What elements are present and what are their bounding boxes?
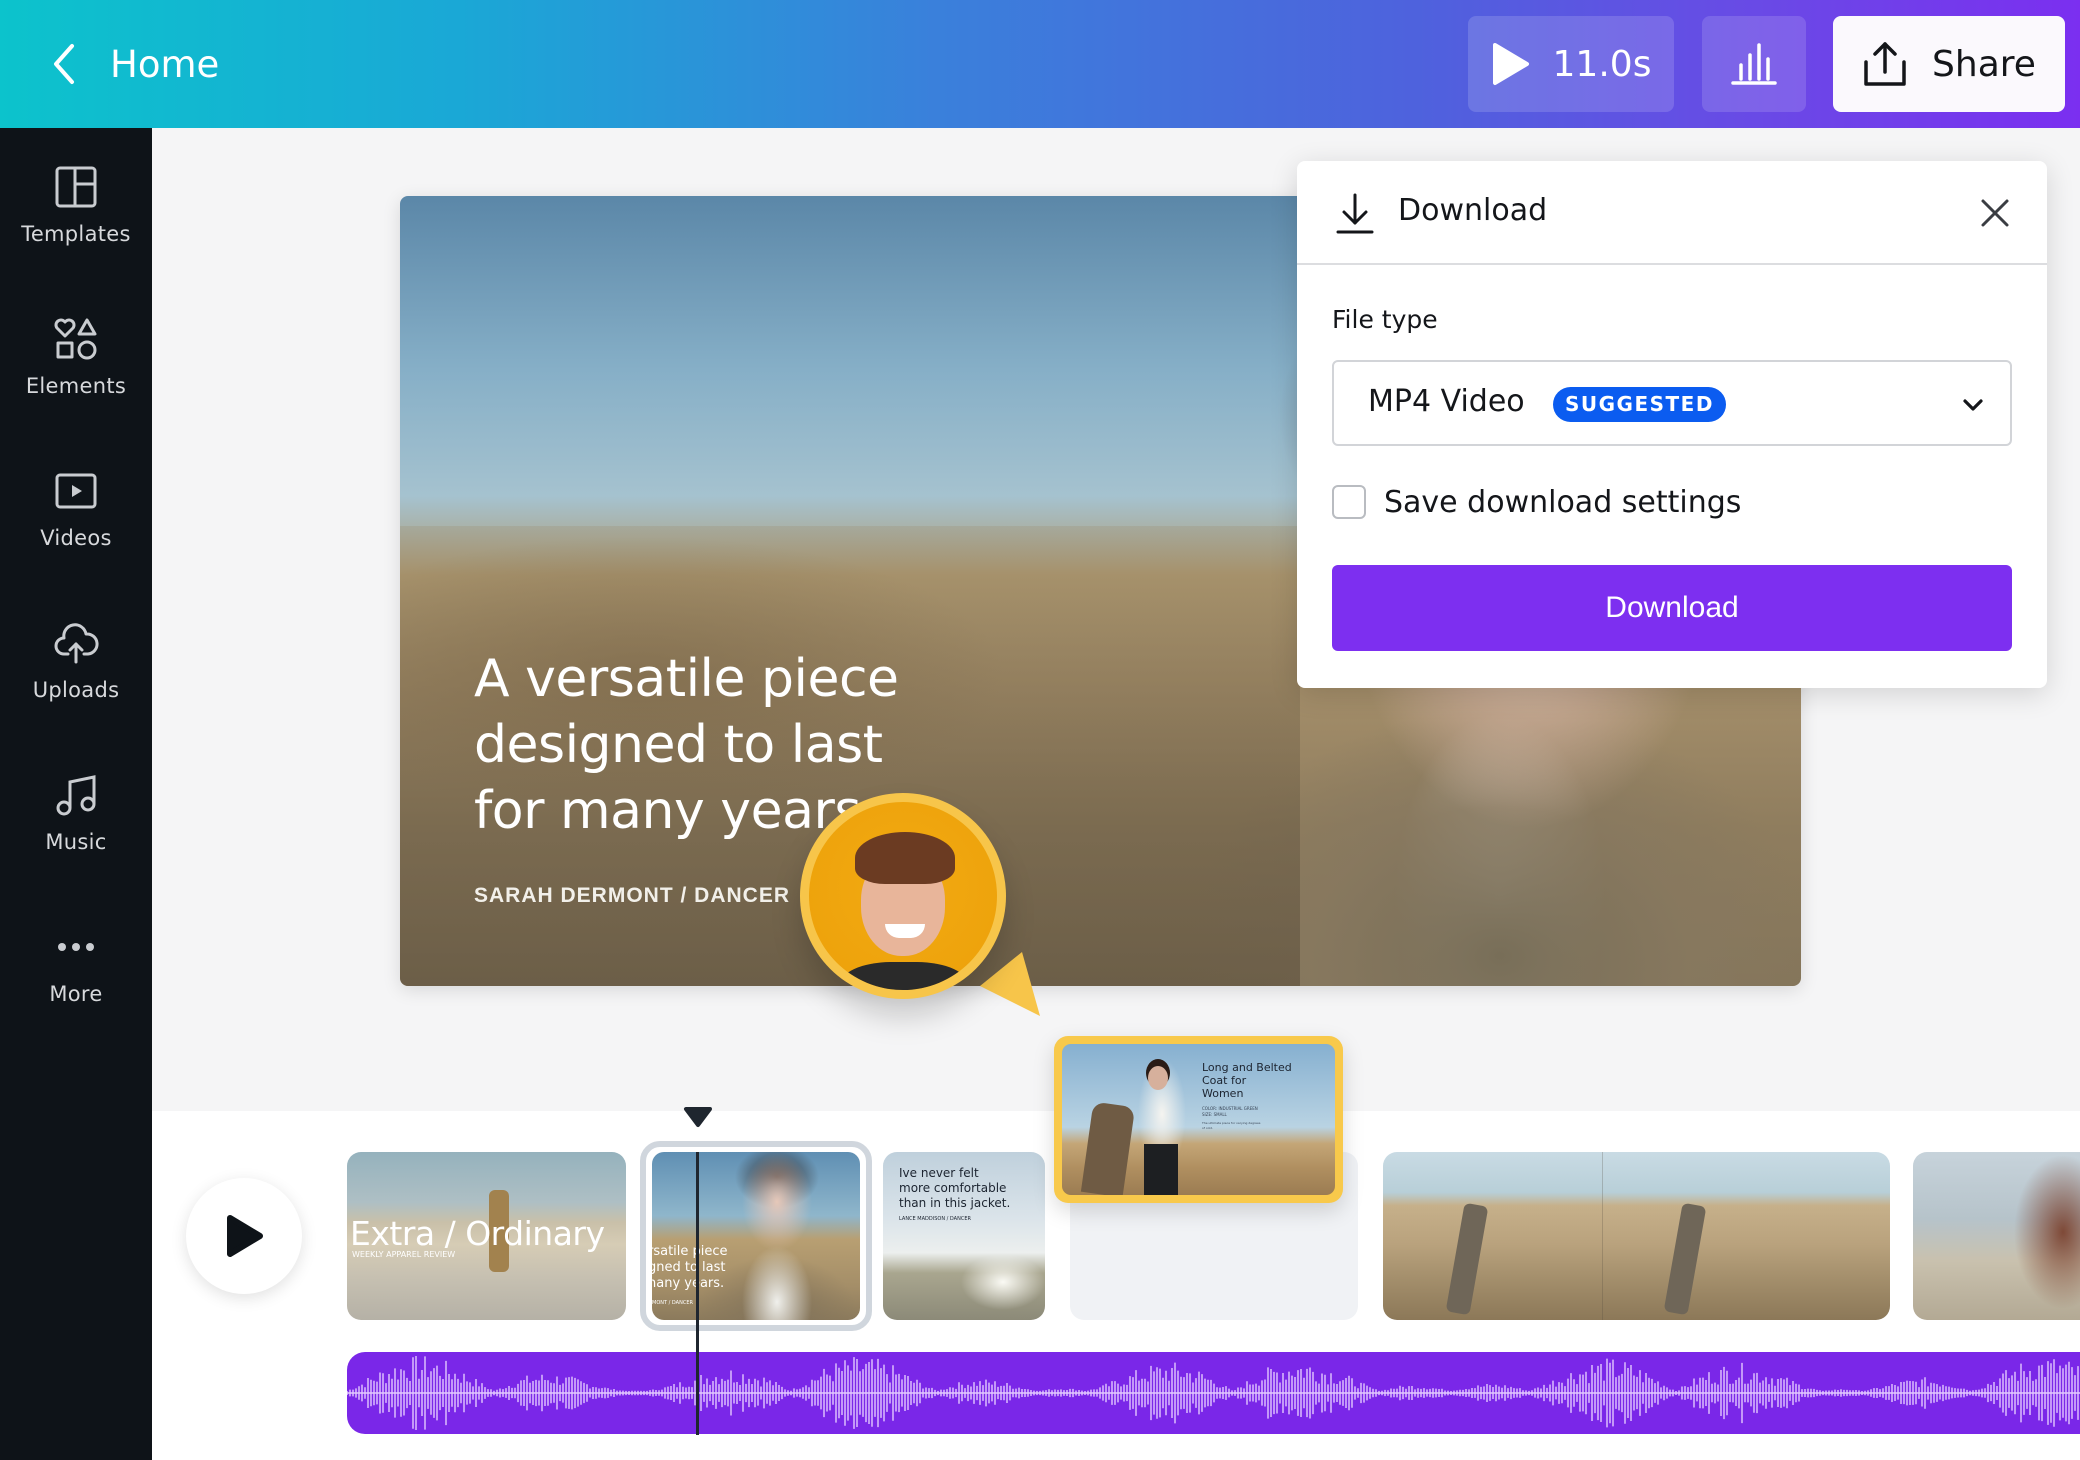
preview-play-button[interactable]: 11.0s: [1468, 16, 1674, 112]
sidebar-item-videos[interactable]: Videos: [0, 468, 152, 588]
duration-label: 11.0s: [1552, 43, 1652, 85]
sidebar-item-more[interactable]: More: [0, 924, 152, 1044]
top-bar: Home 11.0s Share: [0, 0, 2080, 128]
suggested-badge: SUGGESTED: [1553, 387, 1726, 422]
clip-subtitle: MONT / DANCER: [652, 1300, 693, 1306]
timeline-play-button[interactable]: [186, 1178, 302, 1294]
clip-title: rsatile piece gned to last nany years.: [652, 1244, 728, 1291]
sidebar-item-music[interactable]: Music: [0, 772, 152, 892]
clip-title: Ive never felt more comfortable than in …: [899, 1166, 1011, 1210]
music-note-icon: [56, 775, 96, 816]
save-settings-checkbox[interactable]: [1332, 485, 1366, 519]
close-icon[interactable]: [1977, 195, 2013, 231]
timeline-clip-selected[interactable]: rsatile piece gned to last nany years. M…: [652, 1152, 860, 1320]
headline-line: designed to last: [474, 715, 883, 775]
clip-title: Extra / Ordinary: [350, 1214, 605, 1253]
avatar-photo: [809, 802, 997, 990]
audio-waveform: [347, 1356, 2080, 1430]
cloud-upload-icon: [54, 623, 99, 664]
sidebar-label: Elements: [25, 374, 127, 398]
save-settings-label[interactable]: Save download settings: [1384, 485, 1741, 520]
bar-chart-icon: [1731, 43, 1777, 85]
chevron-left-icon: [54, 44, 74, 84]
share-label: Share: [1932, 43, 2036, 85]
file-type-select[interactable]: MP4 Video SUGGESTED: [1332, 360, 2012, 446]
dragging-clip[interactable]: Long and Belted Coat for Women COLOR: IN…: [1054, 1036, 1343, 1203]
playhead-handle[interactable]: [683, 1106, 713, 1128]
sidebar-label: Videos: [40, 526, 112, 550]
home-back-button[interactable]: Home: [48, 36, 219, 92]
sidebar-item-uploads[interactable]: Uploads: [0, 620, 152, 740]
waveform-path: [347, 1356, 2080, 1430]
more-dots-icon: [58, 943, 94, 951]
video-editor: Home 11.0s Share Templates Elements Vide…: [0, 0, 2080, 1460]
download-button[interactable]: Download: [1332, 565, 2012, 651]
clip-note: The ultimate piece for varying degrees o…: [1202, 1121, 1261, 1130]
timeline-clip[interactable]: [1383, 1152, 1890, 1320]
audio-track[interactable]: [347, 1352, 2080, 1434]
file-type-label: File type: [1332, 305, 1438, 334]
headline-line: A versatile piece: [474, 649, 899, 709]
file-type-value: MP4 Video: [1368, 384, 1525, 419]
download-panel-header: Download: [1297, 161, 2047, 265]
sidebar-item-templates[interactable]: Templates: [0, 164, 152, 284]
video-icon: [55, 473, 97, 509]
insights-button[interactable]: [1702, 16, 1806, 112]
sidebar-label: Templates: [21, 222, 131, 246]
download-icon: [1336, 193, 1374, 234]
canvas-headline[interactable]: A versatile piece designed to last for m…: [474, 646, 1074, 844]
dragging-clip-preview: Long and Belted Coat for Women COLOR: IN…: [1062, 1044, 1335, 1195]
home-label: Home: [110, 42, 220, 86]
download-panel-title: Download: [1398, 193, 1548, 228]
clip-details: COLOR: INDUSTRIAL GREEN SIZE: SMALL: [1202, 1106, 1258, 1117]
sidebar-label: More: [49, 982, 103, 1006]
collaborator-avatar[interactable]: [800, 793, 1006, 999]
share-upload-icon: [1864, 42, 1906, 86]
share-button[interactable]: Share: [1833, 16, 2065, 112]
sidebar-item-elements[interactable]: Elements: [0, 316, 152, 436]
chevron-down-icon: [1963, 399, 1983, 411]
sidebar-label: Music: [45, 830, 107, 854]
play-icon: [1492, 43, 1529, 85]
download-panel: Download File type MP4 Video SUGGESTED S…: [1297, 161, 2047, 688]
timeline-clip[interactable]: Extra / Ordinary WEEKLY APPAREL REVIEW: [347, 1152, 626, 1320]
playhead-line[interactable]: [696, 1152, 699, 1435]
play-icon: [227, 1215, 263, 1257]
timeline-clip[interactable]: [1913, 1152, 2080, 1320]
sidebar: Templates Elements Videos Uploads Music …: [0, 128, 152, 1460]
clip-subtitle: WEEKLY APPAREL REVIEW: [352, 1250, 456, 1259]
timeline-clip[interactable]: Ive never felt more comfortable than in …: [883, 1152, 1045, 1320]
clip-title: Long and Belted Coat for Women: [1202, 1061, 1292, 1100]
clip-subtitle: LANCE MADDISON / DANCER: [899, 1216, 971, 1222]
sidebar-label: Uploads: [32, 678, 120, 702]
canvas-byline[interactable]: SARAH DERMONT / DANCER: [474, 884, 790, 908]
templates-icon: [55, 166, 97, 208]
elements-icon: [54, 318, 97, 360]
